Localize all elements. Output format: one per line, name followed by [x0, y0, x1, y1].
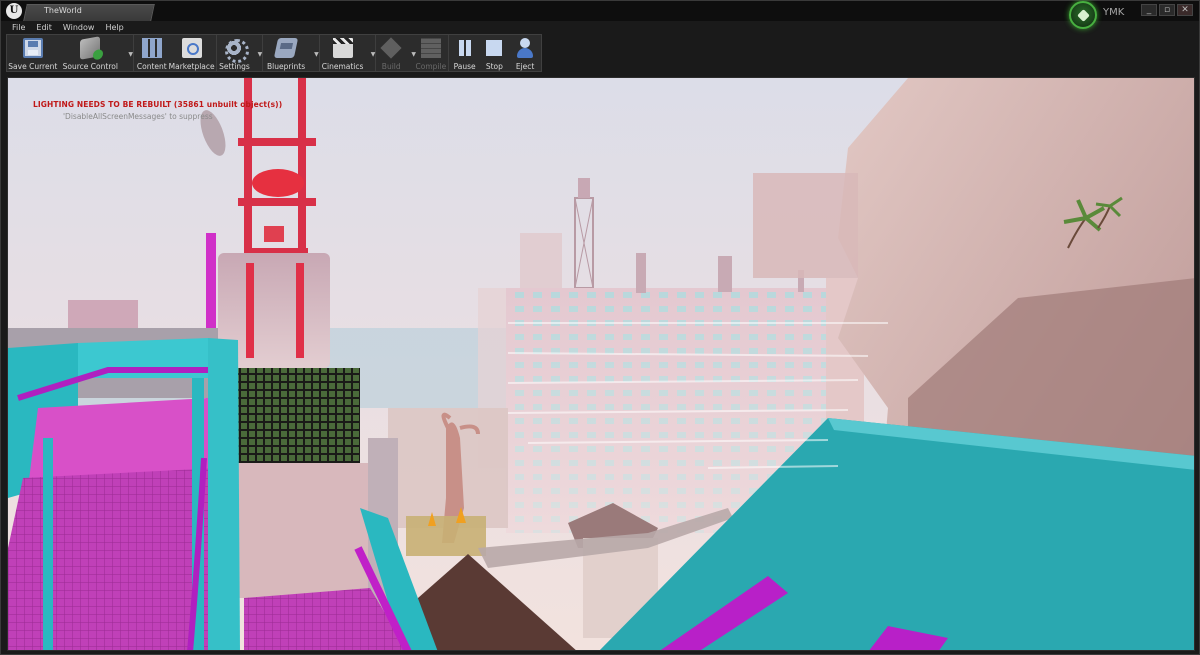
- menu-edit[interactable]: Edit: [31, 21, 58, 34]
- toolbar-divider: [262, 35, 264, 71]
- profile-name: YMK: [1103, 7, 1125, 18]
- toolbar-divider: [375, 35, 377, 71]
- stop-icon: [486, 40, 503, 56]
- settings-dropdown[interactable]: ▼: [251, 35, 263, 71]
- profile-icon[interactable]: [1069, 1, 1097, 29]
- main-toolbar: Save Current Source Control ▼ Content Ma…: [6, 34, 542, 72]
- build-icon: [380, 37, 402, 59]
- blueprints-label: Blueprints: [266, 62, 306, 71]
- unreal-logo-icon[interactable]: U: [6, 3, 22, 19]
- source-control-dropdown[interactable]: ▼: [122, 35, 133, 71]
- source-control-label: Source Control: [62, 62, 118, 71]
- menu-file[interactable]: File: [7, 21, 31, 34]
- toolbar-divider: [215, 35, 217, 71]
- blueprints-dropdown[interactable]: ▼: [308, 35, 319, 71]
- title-bar[interactable]: U TheWorld YMK _ ▫ ✕: [1, 1, 1199, 29]
- eject-label: Eject: [515, 62, 535, 71]
- settings-button[interactable]: Settings: [218, 35, 252, 71]
- stop-button[interactable]: Stop: [479, 35, 509, 71]
- cinematics-dropdown[interactable]: ▼: [364, 35, 376, 71]
- pause-button[interactable]: Pause: [450, 35, 480, 71]
- source-control-icon: [80, 36, 101, 60]
- content-button[interactable]: Content: [135, 35, 169, 71]
- maximize-button[interactable]: ▫: [1159, 4, 1175, 16]
- marketplace-icon: [181, 38, 202, 58]
- close-button[interactable]: ✕: [1177, 4, 1193, 16]
- chevron-down-icon: ▼: [370, 51, 376, 58]
- compile-label: Compile: [415, 62, 447, 71]
- window-controls: _ ▫ ✕: [1141, 4, 1193, 16]
- build-button[interactable]: Build: [377, 35, 405, 71]
- minimize-button[interactable]: _: [1141, 4, 1157, 16]
- pause-icon: [455, 38, 475, 58]
- settings-label: Settings: [219, 62, 250, 71]
- editor-window: U TheWorld YMK _ ▫ ✕ File Edit Window He…: [0, 0, 1200, 655]
- compile-button[interactable]: Compile: [415, 35, 447, 71]
- level-tab[interactable]: [23, 4, 155, 21]
- eject-icon: [515, 38, 535, 58]
- chevron-down-icon: ▼: [128, 51, 133, 58]
- content-label: Content: [136, 62, 167, 71]
- build-dropdown[interactable]: ▼: [405, 35, 416, 71]
- stop-label: Stop: [485, 62, 503, 71]
- scene-render: [8, 78, 1194, 650]
- level-tab-label: TheWorld: [44, 6, 82, 15]
- pause-label: Pause: [453, 62, 476, 71]
- menu-window[interactable]: Window: [58, 21, 101, 34]
- save-current-button[interactable]: Save Current: [7, 35, 59, 71]
- cinematics-icon: [332, 38, 353, 58]
- blueprints-icon: [273, 38, 299, 58]
- content-icon: [141, 38, 162, 58]
- cinematics-label: Cinematics: [321, 62, 364, 71]
- menu-help[interactable]: Help: [100, 21, 129, 34]
- menu-bar: File Edit Window Help: [1, 21, 1199, 34]
- compile-icon: [420, 38, 441, 58]
- blueprints-button[interactable]: Blueprints: [264, 35, 308, 71]
- suppress-hint: 'DisableAllScreenMessages' to suppress: [63, 112, 213, 121]
- marketplace-label: Marketplace: [168, 62, 215, 71]
- settings-icon: [224, 38, 250, 63]
- source-control-button[interactable]: Source Control: [59, 35, 122, 71]
- chevron-down-icon: ▼: [257, 51, 263, 58]
- toolbar-divider: [132, 35, 134, 71]
- toolbar-divider: [447, 35, 449, 71]
- cinematics-button[interactable]: Cinematics: [321, 35, 365, 71]
- marketplace-button[interactable]: Marketplace: [169, 35, 215, 71]
- save-current-label: Save Current: [8, 62, 58, 71]
- lighting-warning: LIGHTING NEEDS TO BE REBUILT (35861 unbu…: [33, 100, 283, 109]
- eject-button[interactable]: Eject: [509, 35, 541, 71]
- level-viewport[interactable]: LIGHTING NEEDS TO BE REBUILT (35861 unbu…: [7, 77, 1195, 651]
- build-label: Build: [381, 62, 401, 71]
- chevron-down-icon: ▼: [314, 51, 319, 58]
- save-icon: [22, 38, 43, 58]
